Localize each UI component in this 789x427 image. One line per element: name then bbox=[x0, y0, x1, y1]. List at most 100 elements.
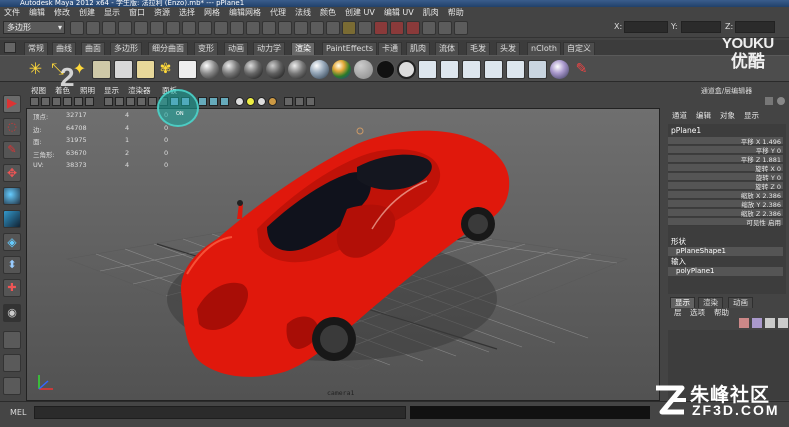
ramp-sphere-icon[interactable] bbox=[332, 60, 351, 79]
new-layer-icon[interactable] bbox=[739, 318, 749, 328]
universal-manip-icon[interactable]: ◈ bbox=[3, 233, 21, 251]
anisotropic-sphere-icon[interactable] bbox=[200, 60, 219, 79]
xray-icon[interactable] bbox=[209, 97, 218, 106]
show-manip-icon[interactable]: ✚ bbox=[3, 279, 21, 297]
menu-create[interactable]: 创建 bbox=[79, 7, 95, 18]
field-chart-icon[interactable] bbox=[148, 97, 157, 106]
2d-pan-icon[interactable] bbox=[74, 97, 83, 106]
batch-render-icon[interactable] bbox=[462, 60, 481, 79]
scale-tool-icon[interactable] bbox=[3, 210, 21, 228]
cb-menu-channels[interactable]: 通道 bbox=[672, 111, 687, 121]
high-quality-icon[interactable] bbox=[268, 97, 277, 106]
surface-shader-icon[interactable] bbox=[376, 60, 395, 79]
shelf-tab-curves[interactable]: 曲线 bbox=[52, 42, 76, 55]
mask-icon-5[interactable] bbox=[230, 21, 244, 35]
mask-icon-3[interactable] bbox=[198, 21, 212, 35]
menu-window[interactable]: 窗口 bbox=[129, 7, 145, 18]
menu-file[interactable]: 文件 bbox=[4, 7, 20, 18]
snap-curve-icon[interactable] bbox=[294, 21, 308, 35]
menu-color[interactable]: 颜色 bbox=[320, 7, 336, 18]
xray-joints-icon[interactable] bbox=[220, 97, 229, 106]
magnet-icon[interactable] bbox=[438, 21, 452, 35]
cb-menu-object[interactable]: 对象 bbox=[720, 111, 735, 121]
ipr-icon[interactable] bbox=[440, 60, 459, 79]
mask-icon-6[interactable] bbox=[246, 21, 260, 35]
shelf-tab-muscle[interactable]: 肌肉 bbox=[406, 42, 430, 55]
blinn-sphere-icon[interactable] bbox=[222, 60, 241, 79]
attr-translate-z[interactable]: 平移 Z 1.881 bbox=[668, 155, 783, 164]
attr-translate-x[interactable]: 平移 X 1.496 bbox=[668, 137, 783, 146]
coord-y-field[interactable] bbox=[681, 21, 721, 33]
hypershade-shelf-icon[interactable] bbox=[506, 60, 525, 79]
resolution-gate-icon[interactable] bbox=[126, 97, 135, 106]
four-view-icon[interactable] bbox=[3, 354, 21, 372]
heads-up-display-icon[interactable] bbox=[295, 97, 304, 106]
history-icon[interactable] bbox=[358, 21, 372, 35]
attr-scale-x[interactable]: 缩放 X 2.386 bbox=[668, 191, 783, 200]
attr-translate-y[interactable]: 平移 Y 0 bbox=[668, 146, 783, 155]
shelf-menu-icon[interactable] bbox=[4, 42, 16, 53]
menu-set-select[interactable]: 多边形 bbox=[3, 21, 65, 34]
make-live-icon[interactable] bbox=[342, 21, 356, 35]
render-settings-icon[interactable] bbox=[406, 21, 420, 35]
cb-menu-show[interactable]: 显示 bbox=[744, 111, 759, 121]
select-component-icon[interactable] bbox=[150, 21, 164, 35]
snap-grid-icon[interactable] bbox=[278, 21, 292, 35]
select-hierarchy-icon[interactable] bbox=[118, 21, 132, 35]
area-light-icon[interactable] bbox=[92, 60, 111, 79]
coord-z-field[interactable] bbox=[735, 21, 775, 33]
shelf-tab-animation[interactable]: 动画 bbox=[224, 42, 248, 55]
lasso-tool-icon[interactable]: ◌ bbox=[3, 118, 21, 136]
gate-mask-icon[interactable] bbox=[137, 97, 146, 106]
layer-up-icon[interactable] bbox=[765, 318, 775, 328]
rotate-tool-icon[interactable] bbox=[3, 187, 21, 205]
lock-camera-icon[interactable] bbox=[41, 97, 50, 106]
cb-menu-edit[interactable]: 编辑 bbox=[696, 111, 711, 121]
menu-help[interactable]: 帮助 bbox=[448, 7, 464, 18]
menu-mesh[interactable]: 网格 bbox=[204, 7, 220, 18]
shelf-tab-dynamics[interactable]: 动力学 bbox=[253, 42, 285, 55]
snap-view-icon[interactable] bbox=[326, 21, 340, 35]
snap-point-icon[interactable] bbox=[310, 21, 324, 35]
panel-menu-renderer[interactable]: 渲染器 bbox=[128, 86, 151, 96]
phong-sphere-icon[interactable] bbox=[266, 60, 285, 79]
mask-icon-7[interactable] bbox=[262, 21, 276, 35]
shelf-tab-toon[interactable]: 卡通 bbox=[378, 42, 402, 55]
soft-mod-icon[interactable]: ⬍ bbox=[3, 256, 21, 274]
shelf-tab-painteffects[interactable]: PaintEffects bbox=[322, 42, 377, 55]
select-object-icon[interactable] bbox=[134, 21, 148, 35]
attr-rotate-y[interactable]: 旋转 Y 0 bbox=[668, 173, 783, 182]
perspective-viewport[interactable]: 顶点: 32717 4 0 边: 64708 4 0 面: 31975 1 0 … bbox=[26, 108, 660, 401]
tab-display-layers[interactable]: 显示 bbox=[670, 297, 695, 308]
menu-proxy[interactable]: 代理 bbox=[270, 7, 286, 18]
image-plane-icon[interactable] bbox=[63, 97, 72, 106]
layered-sphere-icon[interactable] bbox=[310, 60, 329, 79]
attr-rotate-x[interactable]: 旋转 X 0 bbox=[668, 164, 783, 173]
phong-e-sphere-icon[interactable] bbox=[288, 60, 307, 79]
menu-edit-uv[interactable]: 编辑 UV bbox=[384, 7, 414, 18]
le-menu-layers[interactable]: 层 bbox=[674, 308, 682, 318]
camera-icon[interactable] bbox=[178, 60, 197, 79]
menu-assets[interactable]: 资源 bbox=[154, 7, 170, 18]
outliner-layout-icon[interactable] bbox=[3, 377, 21, 395]
layout-icon[interactable] bbox=[765, 97, 773, 105]
volume-light-2-icon[interactable]: ✾ bbox=[156, 60, 175, 79]
tab-render-layers[interactable]: 渲染 bbox=[698, 297, 723, 308]
bookmarks-icon[interactable] bbox=[52, 97, 61, 106]
viewport-options-icon[interactable] bbox=[306, 97, 315, 106]
select-camera-icon[interactable] bbox=[30, 97, 39, 106]
shelf-tab-deform[interactable]: 变形 bbox=[194, 42, 218, 55]
tab-anim-layers[interactable]: 动画 bbox=[728, 297, 753, 308]
lambert-sphere-icon[interactable] bbox=[244, 60, 263, 79]
mask-icon-4[interactable] bbox=[214, 21, 228, 35]
shelf-tab-custom[interactable]: 自定义 bbox=[563, 42, 595, 55]
le-menu-options[interactable]: 选项 bbox=[690, 308, 705, 318]
attr-rotate-z[interactable]: 旋转 Z 0 bbox=[668, 182, 783, 191]
new-scene-icon[interactable] bbox=[70, 21, 84, 35]
shelf-tab-fur[interactable]: 毛发 bbox=[466, 42, 490, 55]
shelf-tab-polygons[interactable]: 多边形 bbox=[110, 42, 142, 55]
attr-visibility[interactable]: 可见性 启用 bbox=[668, 218, 783, 227]
shelf-tab-general[interactable]: 常规 bbox=[24, 42, 48, 55]
menu-edit[interactable]: 编辑 bbox=[29, 7, 45, 18]
menu-modify[interactable]: 修改 bbox=[54, 7, 70, 18]
